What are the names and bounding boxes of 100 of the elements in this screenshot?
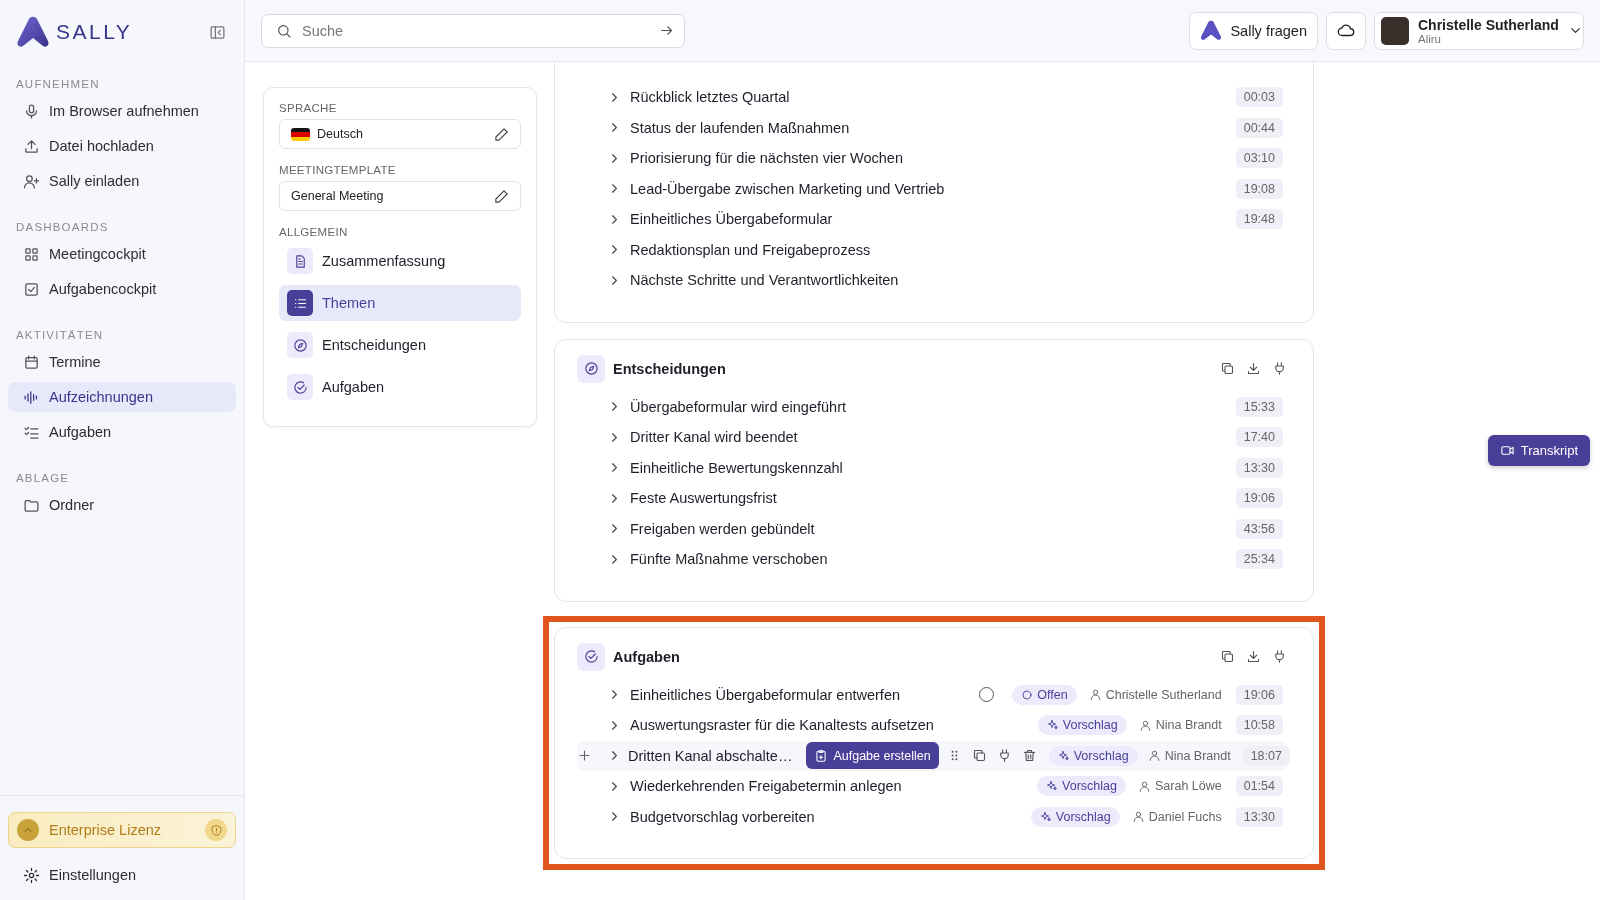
task-row[interactable]: Budgetvorschlag vorbereiten Vorschlag Daniel Fuchs 13:30: [577, 801, 1287, 832]
nav-item[interactable]: Aufzeichnungen: [8, 382, 236, 412]
timestamp[interactable]: 18:07: [1242, 745, 1290, 766]
list-row[interactable]: Nächste Schritte und Verantwortlichkeiten: [577, 265, 1287, 296]
field-label: SPRACHE: [279, 102, 338, 114]
assignee: Nina Brandt: [1147, 748, 1231, 763]
timestamp[interactable]: 01:54: [1235, 776, 1283, 797]
flag-icon: [291, 127, 310, 141]
timestamp[interactable]: 00:44: [1235, 117, 1283, 138]
section-nav-item[interactable]: Aufgaben: [279, 369, 521, 405]
timestamp[interactable]: 19:08: [1235, 178, 1283, 199]
timestamp[interactable]: 03:10: [1235, 148, 1283, 169]
plug-icon: [1272, 649, 1287, 664]
download-button[interactable]: [1246, 649, 1261, 664]
delete-button[interactable]: [1021, 748, 1037, 764]
search-icon: [276, 22, 292, 39]
section-nav-item[interactable]: Entscheidungen: [279, 327, 521, 363]
search-field[interactable]: Suche: [261, 13, 685, 48]
list-row[interactable]: Freigaben werden gebündelt 43:56: [577, 513, 1287, 544]
list-row[interactable]: Fünfte Maßnahme verschoben 25:34: [577, 544, 1287, 575]
user-menu[interactable]: Christelle Sutherland Aliru: [1374, 11, 1584, 50]
language-field[interactable]: Deutsch: [279, 119, 521, 149]
license-label: Enterprise Lizenz: [49, 822, 162, 838]
section-heading: ABLAGE: [15, 471, 71, 486]
timestamp[interactable]: 13:30: [1235, 457, 1283, 478]
person-icon: [1147, 749, 1161, 763]
template-field[interactable]: General Meeting: [279, 181, 521, 211]
list-row[interactable]: Einheitliche Bewertungskennzahl 13:30: [577, 452, 1287, 483]
list-row[interactable]: Einheitliches Übergabeformular 19:48: [577, 204, 1287, 235]
list-row[interactable]: Dritter Kanal wird beendet 17:40: [577, 422, 1287, 453]
create-task-button[interactable]: Aufgabe erstellen: [806, 742, 939, 770]
assignee: Daniel Fuchs: [1131, 809, 1222, 824]
row-title: Priorisierung für die nächsten vier Wochen: [630, 150, 903, 167]
nav-item[interactable]: Sally einladen: [8, 166, 236, 196]
microphone-icon: [23, 102, 40, 120]
section-nav-item[interactable]: Themen: [279, 285, 521, 321]
person-icon: [1138, 718, 1152, 732]
list-row[interactable]: Lead-Übergabe zwischen Marketing und Vertrieb 19:08: [577, 173, 1287, 204]
task-title: Dritten Kanal abschalte…: [628, 747, 793, 764]
task-row[interactable]: Einheitliches Übergabeformular entwerfen Offen Christelle Sutherland 19:06: [577, 679, 1287, 710]
task-title: Auswertungsraster für die Kanaltests aufsetzen: [630, 717, 934, 734]
nav-item[interactable]: Datei hochladen: [8, 131, 236, 161]
timestamp[interactable]: 19:48: [1235, 209, 1283, 230]
status-tag: Vorschlag: [1037, 715, 1127, 736]
timestamp[interactable]: 17:40: [1235, 427, 1283, 448]
field-label: MEETINGTEMPLATE: [279, 164, 397, 176]
list-row[interactable]: Feste Auswertungsfrist 19:06: [577, 483, 1287, 514]
status-tag: Vorschlag: [1048, 745, 1138, 766]
timestamp[interactable]: 13:30: [1235, 806, 1283, 827]
copy-button[interactable]: [1220, 649, 1235, 664]
check-circle-icon: [292, 379, 308, 395]
list-row[interactable]: Status der laufenden Maßnahmen 00:44: [577, 112, 1287, 143]
ask-sally-button[interactable]: Sally fragen: [1189, 11, 1318, 50]
copy-icon: [971, 748, 987, 764]
search-input[interactable]: Suche: [300, 21, 651, 40]
upload-icon: [23, 137, 40, 155]
timestamp[interactable]: 19:06: [1235, 684, 1283, 705]
nav-item[interactable]: Ordner: [8, 490, 236, 520]
copy-icon: [1220, 649, 1235, 664]
download-button[interactable]: [1246, 361, 1261, 376]
row-title: Rückblick letztes Quartal: [630, 89, 790, 106]
list-row[interactable]: Redaktionsplan und Freigabeprozess: [577, 234, 1287, 265]
timestamp[interactable]: 19:06: [1235, 488, 1283, 509]
add-button[interactable]: [577, 747, 592, 763]
copy-button[interactable]: [1220, 361, 1235, 376]
timestamp[interactable]: 10:58: [1235, 715, 1283, 736]
section-heading: AUFNEHMEN: [15, 77, 101, 92]
list-row[interactable]: Priorisierung für die nächsten vier Wochen 03:10: [577, 143, 1287, 174]
plug-button[interactable]: [1272, 361, 1287, 376]
nav-item[interactable]: Aufgabencockpit: [8, 274, 236, 304]
logo-text: SALLY: [56, 20, 133, 44]
nav-item[interactable]: Aufgaben: [8, 417, 236, 447]
section-title: Entscheidungen: [613, 360, 727, 377]
copy-button[interactable]: [971, 748, 987, 764]
timestamp[interactable]: 25:34: [1235, 549, 1283, 570]
transcript-button[interactable]: Transkript: [1487, 435, 1590, 466]
check-circle-icon: [583, 649, 599, 664]
collapse-sidebar-button[interactable]: [209, 23, 226, 41]
nav-item[interactable]: Meetingcockpit: [8, 239, 236, 269]
group-heading: ALLGEMEIN: [279, 226, 349, 238]
timestamp[interactable]: 43:56: [1235, 518, 1283, 539]
section-title: Aufgaben: [613, 648, 681, 665]
cloud-button[interactable]: [1326, 11, 1366, 50]
task-row[interactable]: Auswertungsraster für die Kanaltests aufsetzen Vorschlag Nina Brandt 10:58: [577, 710, 1287, 741]
plug-button[interactable]: [1272, 649, 1287, 664]
assignee: Nina Brandt: [1138, 718, 1222, 733]
row-title: Fünfte Maßnahme verschoben: [630, 551, 828, 568]
list-row[interactable]: Übergabeformular wird eingeführt 15:33: [577, 391, 1287, 422]
settings-link[interactable]: Einstellungen: [8, 860, 236, 890]
edit-icon: [494, 126, 509, 142]
row-title: Dritter Kanal wird beendet: [630, 429, 798, 446]
timestamp[interactable]: 15:33: [1235, 396, 1283, 417]
calendar-icon: [23, 353, 40, 371]
list-row[interactable]: Rückblick letztes Quartal 00:03: [577, 82, 1287, 113]
timestamp[interactable]: 00:03: [1235, 87, 1283, 108]
nav-item[interactable]: Im Browser aufnehmen: [8, 96, 236, 126]
section-nav-item[interactable]: Zusammenfassung: [279, 243, 521, 279]
task-row[interactable]: Dritten Kanal abschalte… Aufgabe erstellen Vorschlag Nina Brandt 18:07: [577, 740, 1287, 771]
nav-item[interactable]: Termine: [8, 347, 236, 377]
task-row[interactable]: Wiederkehrenden Freigabetermin anlegen Vorschlag Sarah Löwe 01:54: [577, 771, 1287, 802]
